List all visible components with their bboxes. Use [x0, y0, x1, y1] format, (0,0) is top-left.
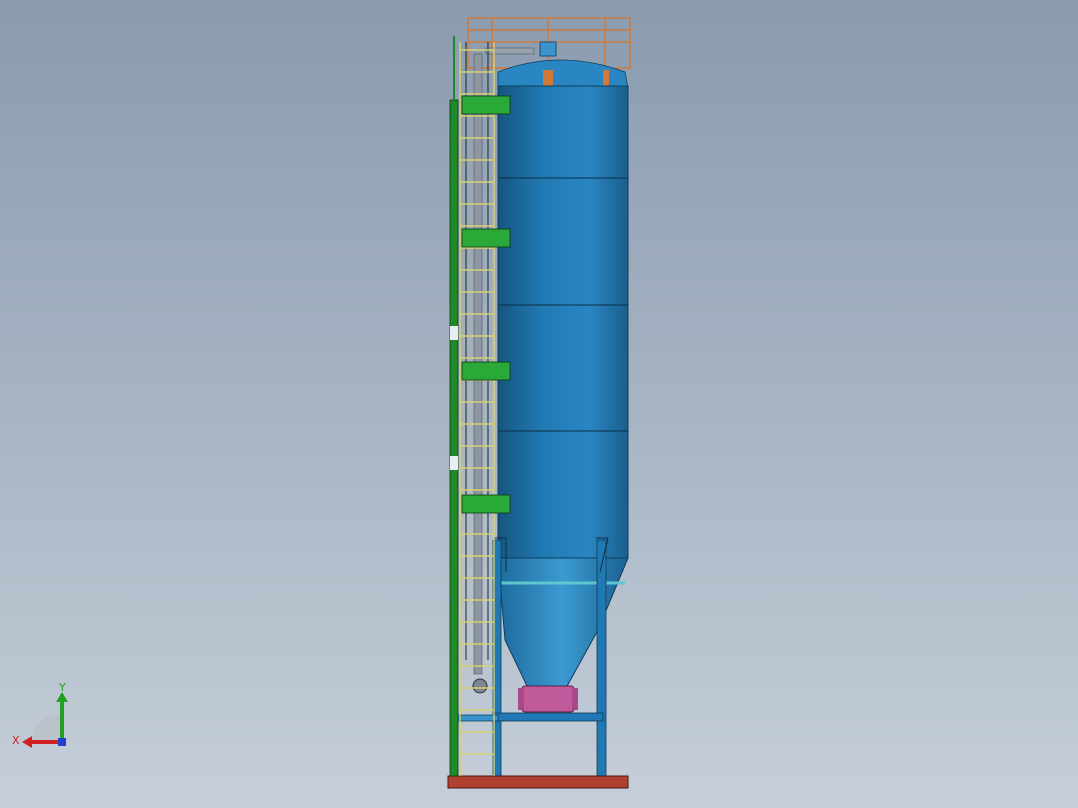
base-frame [447, 775, 629, 789]
discharge-valve [518, 685, 578, 713]
cad-viewport[interactable] [0, 0, 1078, 808]
roof-vent-right [603, 70, 609, 86]
coordinate-triad: Y X [12, 682, 68, 748]
triad-x-label: X [12, 734, 20, 747]
triad-z-axis [58, 738, 66, 746]
roof-vent-left [543, 70, 553, 86]
roof-hatch [539, 41, 557, 57]
triad-x-arrow [22, 736, 32, 748]
cone-hopper [497, 557, 629, 689]
triad-arc [32, 713, 60, 740]
silo-body [497, 85, 629, 559]
triad-y-label: Y [58, 682, 66, 694]
cage-rail [449, 36, 459, 777]
